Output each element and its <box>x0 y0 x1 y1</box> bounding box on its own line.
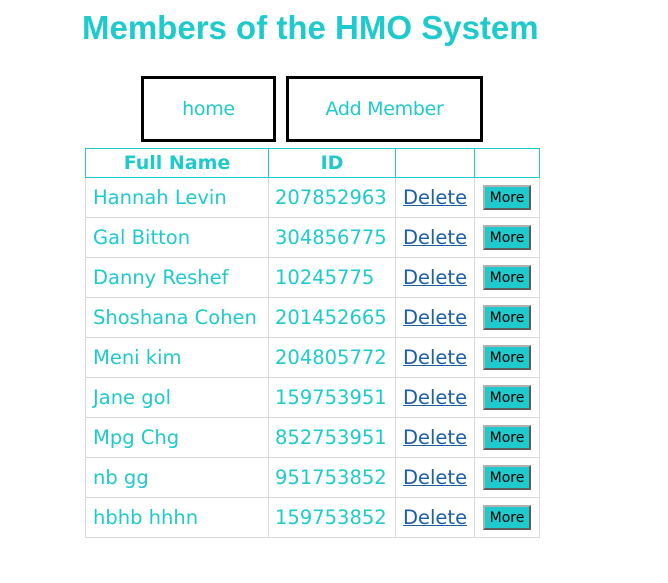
delete-link[interactable]: Delete <box>403 266 467 289</box>
header-delete <box>395 148 475 178</box>
table-row: Jane gol 159753951 Delete More <box>85 377 540 418</box>
header-more <box>474 148 540 178</box>
member-name: Shoshana Cohen <box>85 297 269 338</box>
member-name: Danny Reshef <box>85 257 269 298</box>
more-button[interactable]: More <box>483 225 531 250</box>
more-button[interactable]: More <box>483 465 531 490</box>
table-row: Shoshana Cohen 201452665 Delete More <box>85 297 540 338</box>
member-name: Gal Bitton <box>85 217 269 258</box>
member-name: nb gg <box>85 457 269 498</box>
more-button[interactable]: More <box>483 505 531 530</box>
member-id: 201452665 <box>268 297 396 338</box>
table-row: Hannah Levin 207852963 Delete More <box>85 177 540 218</box>
delete-link[interactable]: Delete <box>403 506 467 529</box>
add-member-button[interactable]: Add Member <box>286 76 483 142</box>
member-id: 304856775 <box>268 217 396 258</box>
table-row: Gal Bitton 304856775 Delete More <box>85 217 540 258</box>
page-title: Members of the HMO System <box>82 9 539 46</box>
member-id: 207852963 <box>268 177 396 218</box>
more-button[interactable]: More <box>483 345 531 370</box>
delete-link[interactable]: Delete <box>403 466 467 489</box>
member-name: Meni kim <box>85 337 269 378</box>
member-name: Jane gol <box>85 377 269 418</box>
member-id: 10245775 <box>268 257 396 298</box>
member-name: Mpg Chg <box>85 417 269 458</box>
member-id: 951753852 <box>268 457 396 498</box>
delete-link[interactable]: Delete <box>403 186 467 209</box>
member-id: 204805772 <box>268 337 396 378</box>
member-id: 852753951 <box>268 417 396 458</box>
more-button[interactable]: More <box>483 385 531 410</box>
table-row: hbhb hhhn 159753852 Delete More <box>85 497 540 538</box>
table-row: Meni kim 204805772 Delete More <box>85 337 540 378</box>
member-name: Hannah Levin <box>85 177 269 218</box>
more-button[interactable]: More <box>483 185 531 210</box>
table-row: Mpg Chg 852753951 Delete More <box>85 417 540 458</box>
delete-link[interactable]: Delete <box>403 306 467 329</box>
more-button[interactable]: More <box>483 425 531 450</box>
header-id: ID <box>268 148 396 178</box>
delete-link[interactable]: Delete <box>403 386 467 409</box>
header-full-name: Full Name <box>85 148 269 178</box>
delete-link[interactable]: Delete <box>403 346 467 369</box>
delete-link[interactable]: Delete <box>403 426 467 449</box>
delete-link[interactable]: Delete <box>403 226 467 249</box>
member-id: 159753951 <box>268 377 396 418</box>
member-name: hbhb hhhn <box>85 497 269 538</box>
table-row: nb gg 951753852 Delete More <box>85 457 540 498</box>
more-button[interactable]: More <box>483 305 531 330</box>
table-row: Danny Reshef 10245775 Delete More <box>85 257 540 298</box>
more-button[interactable]: More <box>483 265 531 290</box>
members-table: Full Name ID Hannah Levin 207852963 Dele… <box>85 148 540 538</box>
member-id: 159753852 <box>268 497 396 538</box>
table-header-row: Full Name ID <box>85 148 540 178</box>
home-button[interactable]: home <box>141 76 276 142</box>
